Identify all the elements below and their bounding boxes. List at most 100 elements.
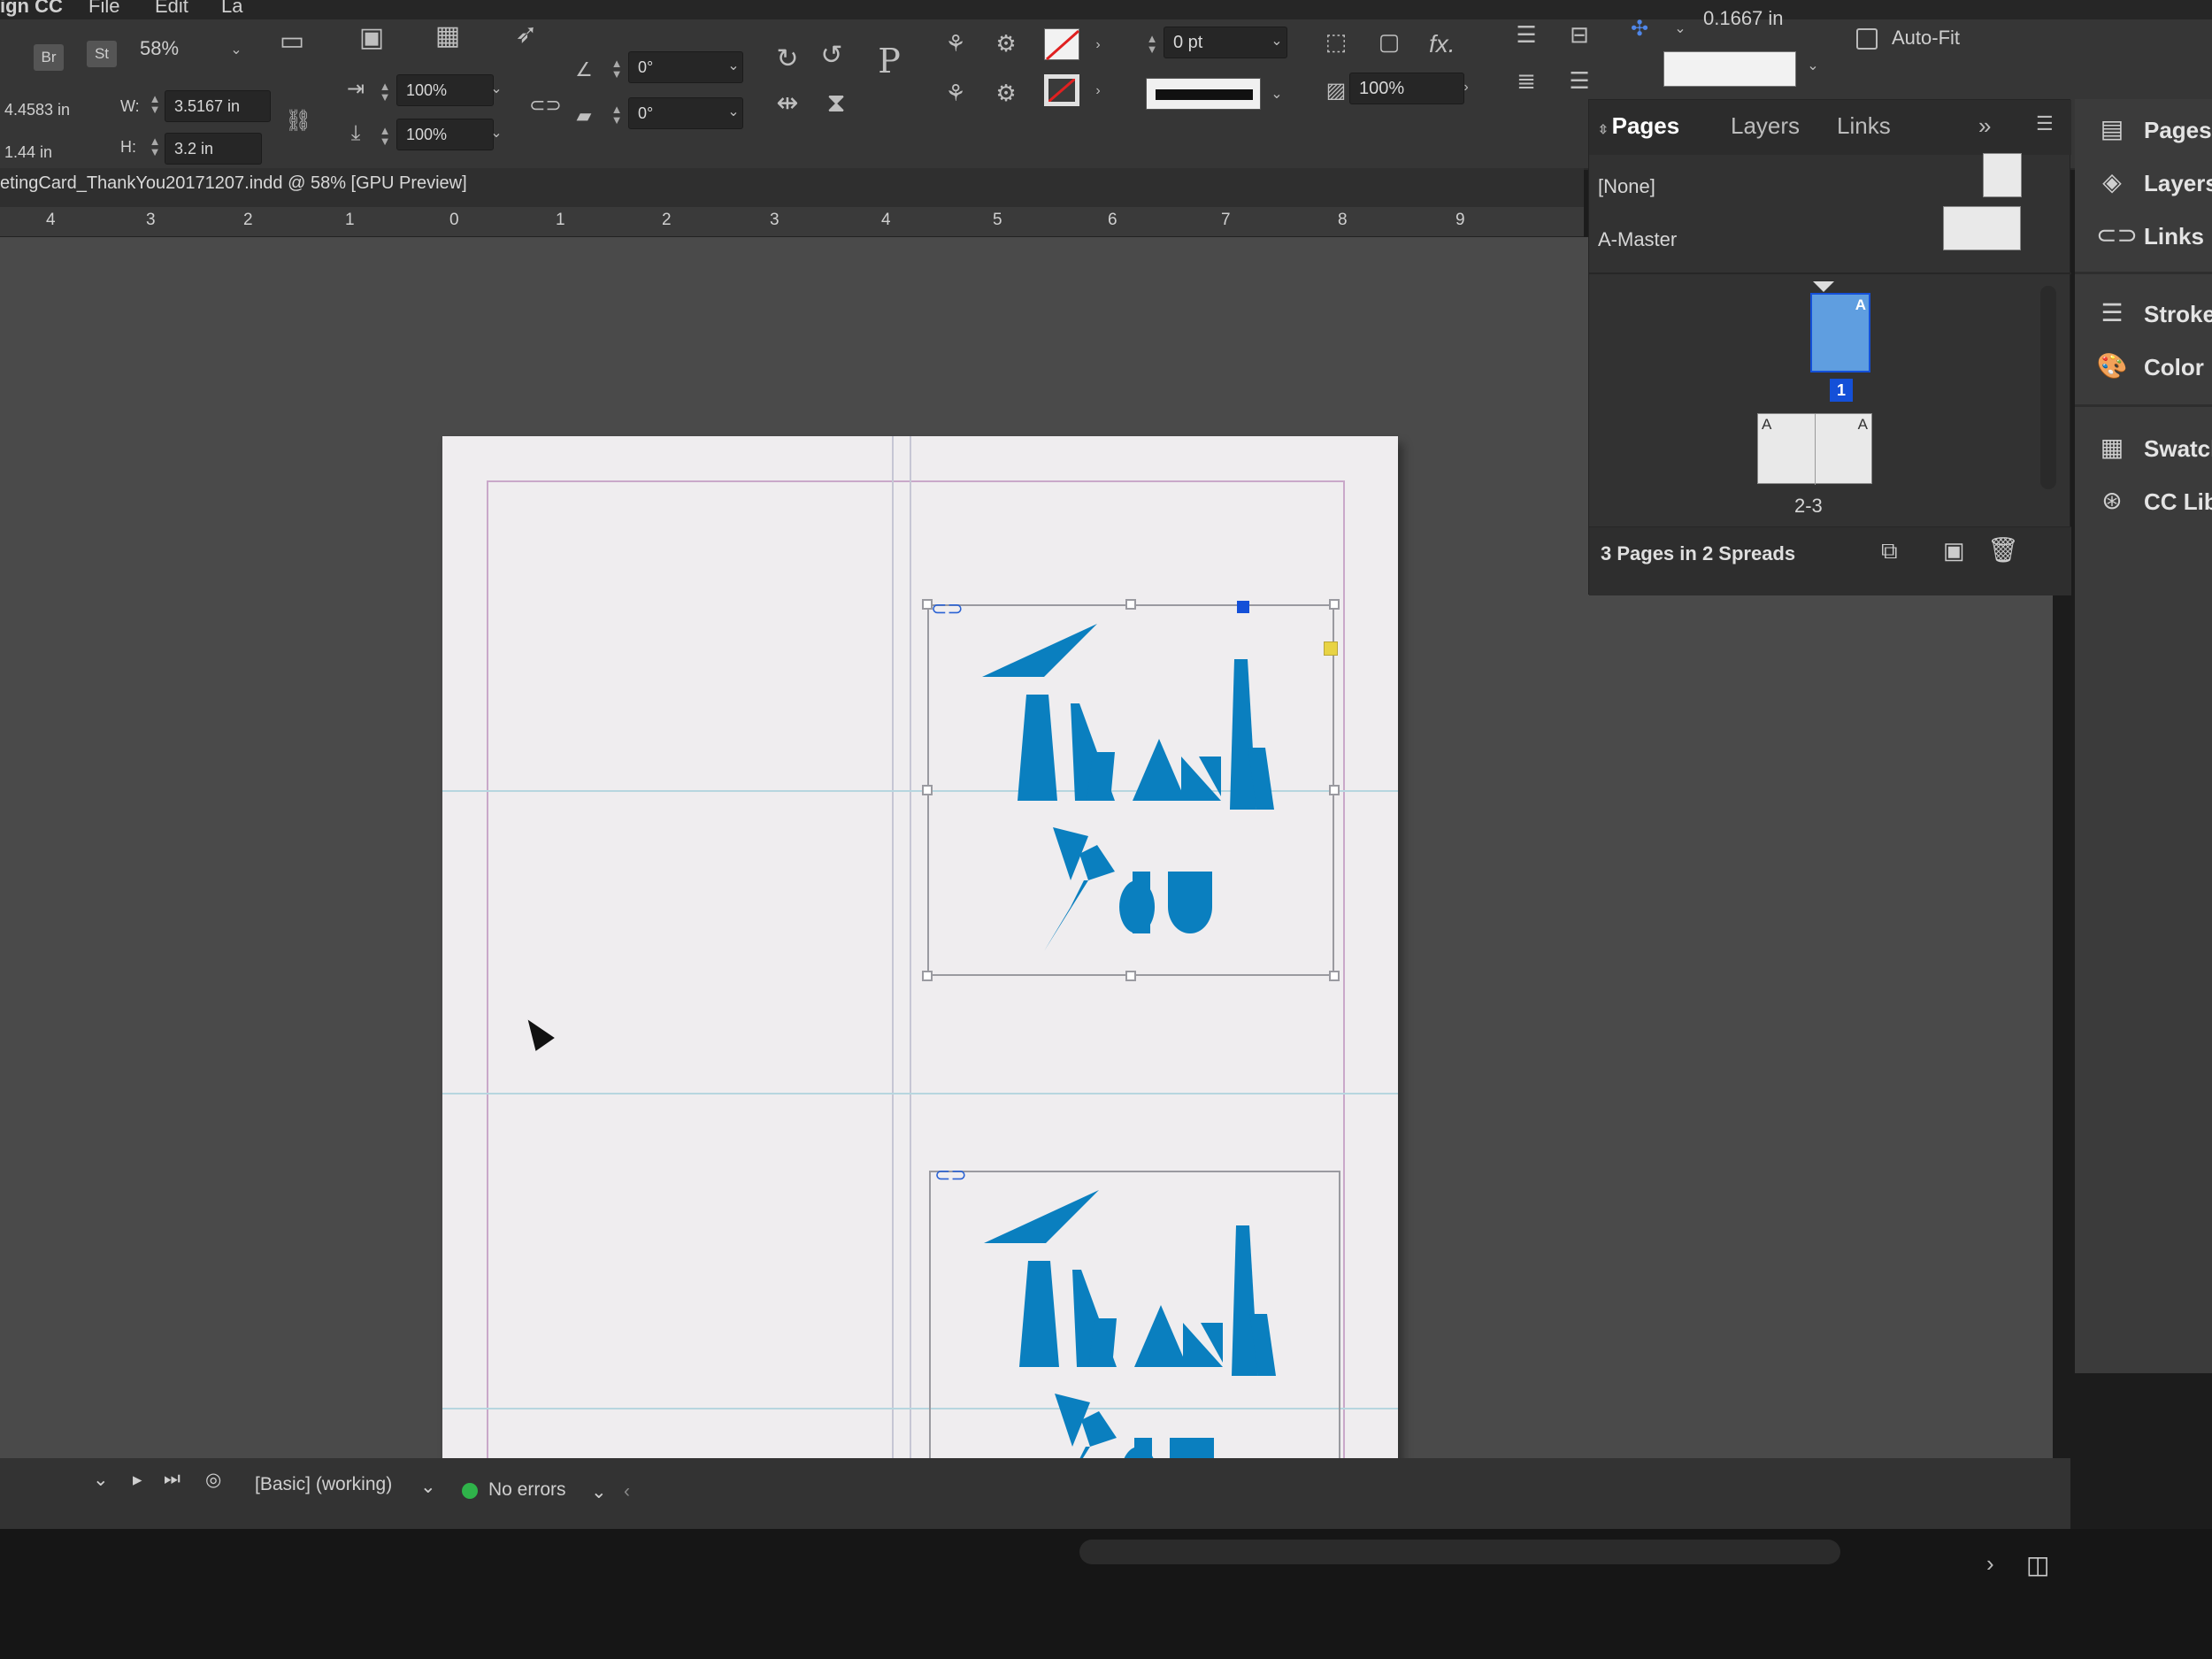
- stock-button[interactable]: St: [87, 41, 117, 67]
- rotate-clockwise-icon[interactable]: ↻: [770, 44, 805, 74]
- width-spinner-icon[interactable]: ▲ ▼: [149, 93, 161, 115]
- select-previous-icon[interactable]: ⚘: [938, 78, 973, 108]
- a-master-item[interactable]: A-Master: [1598, 228, 1677, 251]
- open-page-icon[interactable]: ◎: [205, 1469, 221, 1491]
- tab-layers[interactable]: Layers: [1731, 112, 1800, 140]
- shear-spinner-icon[interactable]: ▲ ▼: [611, 104, 623, 126]
- dock-item-color[interactable]: 🎨 Color: [2075, 345, 2212, 391]
- dock-item-pages[interactable]: ▤ Pages: [2075, 108, 2212, 154]
- dock-item-cc-libraries[interactable]: ⊛ CC Libraries: [2075, 480, 2212, 526]
- align-center-icon[interactable]: ☰: [1562, 65, 1597, 96]
- resize-handle[interactable]: [1329, 785, 1340, 795]
- offset-chevron-down-icon[interactable]: ⌄: [1672, 21, 1688, 37]
- tab-pages[interactable]: ⇳ Pages: [1598, 112, 1679, 140]
- rotate-counterclockwise-icon[interactable]: ↺: [814, 41, 849, 71]
- resize-handle[interactable]: [1329, 971, 1340, 981]
- page-1-thumbnail[interactable]: A: [1810, 293, 1870, 373]
- scale-x-spinner-icon[interactable]: ▲ ▼: [379, 81, 391, 103]
- rotate-chevron-down-icon[interactable]: ⌄: [726, 58, 741, 74]
- flip-horizontal-icon[interactable]: ⇹: [770, 88, 805, 119]
- a-master-thumbnail[interactable]: [1943, 206, 2021, 250]
- new-page-icon[interactable]: ▣: [1943, 537, 1965, 565]
- zoom-level[interactable]: 58%: [140, 37, 179, 60]
- stroke-swatch[interactable]: [1044, 74, 1079, 106]
- scale-y-spinner-icon[interactable]: ▲ ▼: [379, 125, 391, 147]
- resize-handle[interactable]: [1125, 971, 1136, 981]
- frame-fitting-icon[interactable]: ⬚: [1318, 27, 1354, 57]
- live-corner-handle[interactable]: [1324, 641, 1338, 656]
- resize-handle[interactable]: [922, 971, 933, 981]
- spread-2-3-label[interactable]: 2-3: [1794, 495, 1823, 518]
- height-spinner-icon[interactable]: ▲ ▼: [149, 135, 161, 157]
- constrain-proportions-icon[interactable]: ⛓: [285, 106, 311, 136]
- fill-chevron-right-icon[interactable]: ›: [1090, 37, 1106, 53]
- tab-links[interactable]: Links: [1837, 112, 1891, 140]
- resize-handle[interactable]: [922, 599, 933, 610]
- select-content-icon[interactable]: ⚙: [987, 28, 1025, 58]
- shear-chevron-down-icon[interactable]: ⌄: [726, 104, 741, 120]
- select-container-icon[interactable]: ⚘: [938, 28, 973, 58]
- view-options-icon[interactable]: ▣: [354, 23, 389, 53]
- preflight-profile-chevron-down-icon[interactable]: ⌄: [420, 1476, 436, 1498]
- frame-link-icon[interactable]: ⊂⊃: [931, 599, 964, 618]
- scale-x-chevron-down-icon[interactable]: ⌄: [488, 81, 504, 97]
- resize-handle[interactable]: [1125, 599, 1136, 610]
- drop-shadow-icon[interactable]: ▢: [1371, 27, 1407, 57]
- stroke-type-select[interactable]: [1146, 78, 1261, 110]
- opacity-chevron-right-icon[interactable]: ›: [1458, 80, 1474, 96]
- panel-collapse-icon[interactable]: »: [1978, 112, 1991, 140]
- y-position[interactable]: 1.44 in: [4, 143, 52, 162]
- auto-fit-checkbox[interactable]: [1856, 28, 1878, 50]
- menu-edit[interactable]: Edit: [155, 0, 188, 18]
- scroll-right-icon[interactable]: ›: [1986, 1550, 1994, 1578]
- scale-y-field[interactable]: 100%: [396, 119, 494, 150]
- none-master-thumbnail[interactable]: [1983, 153, 2022, 197]
- edit-page-size-icon[interactable]: ⧉: [1881, 537, 1898, 565]
- out-port-handle[interactable]: [1237, 601, 1249, 613]
- publish-online-icon[interactable]: ➶: [509, 19, 544, 50]
- flip-vertical-icon[interactable]: ⧗: [818, 88, 854, 119]
- scale-x-field[interactable]: 100%: [396, 74, 494, 106]
- dock-item-layers[interactable]: ◈ Layers: [2075, 161, 2212, 207]
- zoom-chevron-down-icon[interactable]: ⌄: [228, 42, 244, 58]
- stroke-weight-spinner-icon[interactable]: ▲ ▼: [1146, 33, 1158, 55]
- scroll-left-icon[interactable]: ‹: [624, 1481, 630, 1502]
- page-nav-chevron-down-icon[interactable]: ⌄: [93, 1469, 109, 1491]
- panel-menu-icon[interactable]: ☰: [2036, 112, 2054, 135]
- dock-item-swatches[interactable]: ▦ Swatches: [2075, 426, 2212, 472]
- scale-y-chevron-down-icon[interactable]: ⌄: [488, 126, 504, 142]
- text-wrap-icon[interactable]: ☰: [1509, 19, 1544, 50]
- stroke-weight-chevron-down-icon[interactable]: ⌄: [1269, 34, 1285, 50]
- preflight-menu-chevron-down-icon[interactable]: ⌄: [591, 1481, 607, 1503]
- resize-handle[interactable]: [1329, 599, 1340, 610]
- preflight-profile[interactable]: [Basic] (working): [255, 1474, 392, 1495]
- screen-mode-icon[interactable]: ▭: [274, 27, 310, 57]
- bridge-button[interactable]: Br: [34, 44, 64, 71]
- x-position[interactable]: 4.4583 in: [4, 101, 70, 119]
- menu-layout[interactable]: La: [221, 0, 242, 18]
- dock-item-links[interactable]: ⊂⊃ Links: [2075, 214, 2212, 260]
- stroke-type-chevron-down-icon[interactable]: ⌄: [1269, 87, 1285, 103]
- last-page-icon[interactable]: ⏭: [164, 1469, 180, 1490]
- link-scale-icon[interactable]: ⊂⊃: [529, 90, 562, 120]
- thank-you-graphic-frame-selected[interactable]: [927, 604, 1334, 976]
- spread-2-3-thumbnail[interactable]: A A: [1757, 413, 1872, 485]
- none-master-item[interactable]: [None]: [1598, 175, 1655, 198]
- horizontal-scrollbar[interactable]: [1079, 1540, 1840, 1564]
- arrange-documents-icon[interactable]: ▦: [430, 21, 465, 51]
- frame-link-icon[interactable]: ⊂⊃: [934, 1165, 967, 1185]
- delete-page-icon[interactable]: 🗑: [1987, 535, 2019, 565]
- document-tab-title[interactable]: etingCard_ThankYou20171207.indd @ 58% [G…: [0, 173, 467, 194]
- effects-icon[interactable]: fx.: [1429, 30, 1455, 58]
- rotate-spinner-icon[interactable]: ▲ ▼: [611, 58, 623, 80]
- width-field[interactable]: 3.5167 in: [165, 90, 271, 122]
- resize-handle[interactable]: [922, 785, 933, 795]
- menu-file[interactable]: File: [88, 0, 119, 18]
- split-window-icon[interactable]: ◫: [2026, 1550, 2049, 1579]
- object-style-select[interactable]: [1663, 51, 1796, 87]
- select-next-icon[interactable]: ⚙: [987, 78, 1025, 108]
- object-style-chevron-down-icon[interactable]: ⌄: [1805, 58, 1821, 74]
- preflight-errors[interactable]: No errors: [488, 1479, 566, 1501]
- page-1-number[interactable]: 1: [1830, 379, 1853, 402]
- offset-field[interactable]: 0.1667 in: [1703, 7, 1784, 30]
